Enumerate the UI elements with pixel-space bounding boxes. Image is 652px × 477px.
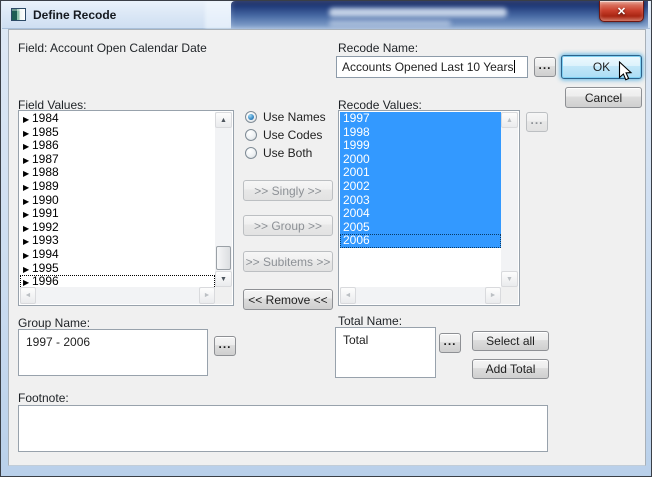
- app-icon: [11, 8, 26, 21]
- radio-label: Use Names: [263, 110, 326, 124]
- close-icon: ✕: [617, 5, 626, 18]
- recode-values-list-item[interactable]: 2006: [340, 234, 501, 248]
- recode-values-list-item[interactable]: 2005: [340, 221, 501, 235]
- scroll-up-icon[interactable]: ▲: [215, 112, 232, 128]
- field-values-list-item[interactable]: ▶1991: [20, 207, 215, 221]
- footnote-input[interactable]: [18, 405, 548, 452]
- scroll-down-icon[interactable]: ▼: [501, 271, 518, 287]
- expand-arrow-icon[interactable]: ▶: [23, 140, 32, 154]
- field-info-label: Field: Account Open Calendar Date: [18, 41, 207, 55]
- scroll-left-icon[interactable]: ◄: [340, 287, 356, 304]
- field-values-list-item[interactable]: ▶1992: [20, 221, 215, 235]
- field-values-list-item[interactable]: ▶1987: [20, 153, 215, 167]
- define-recode-dialog: Define Recode ✕ Field: Account Open Cale…: [0, 0, 652, 477]
- ok-button[interactable]: OK: [561, 55, 642, 79]
- background-window-blurred-subtitle: [329, 20, 451, 27]
- background-window-titlebar: [231, 1, 648, 29]
- expand-arrow-icon[interactable]: ▶: [23, 276, 32, 287]
- cancel-button[interactable]: Cancel: [565, 87, 642, 108]
- recode-values-list-item[interactable]: 2000: [340, 153, 501, 167]
- radio-label: Use Both: [263, 146, 312, 160]
- expand-arrow-icon[interactable]: ▶: [23, 222, 32, 236]
- field-values-list-item[interactable]: ▶1985: [20, 126, 215, 140]
- field-values-list-item[interactable]: ▶1990: [20, 194, 215, 208]
- expand-arrow-icon[interactable]: ▶: [23, 235, 32, 249]
- dialog-body: Field: Account Open Calendar Date Recode…: [8, 29, 646, 466]
- field-values-list-item[interactable]: ▶1984: [20, 112, 215, 126]
- recode-name-input[interactable]: Accounts Opened Last 10 Years: [336, 56, 528, 78]
- recode-values-list-item[interactable]: 2003: [340, 194, 501, 208]
- recode-values-horizontal-scrollbar[interactable]: ◄ ►: [340, 287, 501, 304]
- radio-icon[interactable]: [245, 147, 257, 159]
- scroll-right-icon[interactable]: ►: [199, 287, 215, 304]
- recode-values-list-item[interactable]: 2002: [340, 180, 501, 194]
- recode-name-browse-button[interactable]: ...: [534, 57, 556, 77]
- total-name-input[interactable]: Total: [335, 327, 436, 378]
- field-values-list-item[interactable]: ▶1995: [20, 262, 215, 276]
- total-name-browse-button[interactable]: ...: [439, 333, 461, 353]
- field-values-list-item[interactable]: ▶1996: [20, 275, 215, 287]
- recode-values-list[interactable]: 1997199819992000200120022003200420052006…: [338, 110, 520, 306]
- recode-values-list-item[interactable]: 1997: [340, 112, 501, 126]
- recode-values-vertical-scrollbar[interactable]: ▲ ▼: [501, 112, 518, 287]
- background-window-edge: [205, 1, 232, 29]
- scrollbar-thumb[interactable]: [216, 246, 231, 270]
- background-window-blurred-title: [329, 8, 507, 17]
- recode-values-list-item[interactable]: 1999: [340, 139, 501, 153]
- close-button[interactable]: ✕: [599, 1, 644, 22]
- group-name-browse-button[interactable]: ...: [214, 336, 236, 356]
- scroll-up-icon[interactable]: ▲: [501, 112, 518, 128]
- field-values-list-item[interactable]: ▶1986: [20, 139, 215, 153]
- radio-icon[interactable]: [245, 129, 257, 141]
- expand-arrow-icon[interactable]: ▶: [23, 195, 32, 209]
- field-values-horizontal-scrollbar[interactable]: ◄ ►: [20, 287, 215, 304]
- scrollbar-corner: [501, 287, 518, 304]
- radio-icon[interactable]: [245, 111, 257, 123]
- scroll-right-icon[interactable]: ►: [485, 287, 501, 304]
- title-bar[interactable]: Define Recode ✕: [2, 1, 650, 29]
- recode-name-label: Recode Name:: [338, 41, 418, 55]
- scrollbar-corner: [215, 287, 232, 304]
- field-values-list-item[interactable]: ▶1993: [20, 234, 215, 248]
- use-option-radio[interactable]: Use Codes: [245, 126, 335, 144]
- group-name-label: Group Name:: [18, 316, 90, 330]
- expand-arrow-icon[interactable]: ▶: [23, 208, 32, 222]
- group-name-input[interactable]: 1997 - 2006: [18, 329, 208, 376]
- field-values-vertical-scrollbar[interactable]: ▲ ▼: [215, 112, 232, 287]
- subitems-button[interactable]: >> Subitems >>: [243, 251, 333, 272]
- recode-values-list-item[interactable]: 1998: [340, 126, 501, 140]
- field-values-list[interactable]: ▶1984▶1985▶1986▶1987▶1988▶1989▶1990▶1991…: [18, 110, 234, 306]
- recode-values-list-item[interactable]: 2001: [340, 166, 501, 180]
- total-name-label: Total Name:: [338, 314, 402, 328]
- expand-arrow-icon[interactable]: ▶: [23, 113, 32, 127]
- use-option-radio[interactable]: Use Names: [245, 108, 335, 126]
- recode-values-browse-button[interactable]: ...: [526, 112, 548, 132]
- use-option-radio[interactable]: Use Both: [245, 144, 335, 162]
- field-values-list-item[interactable]: ▶1989: [20, 180, 215, 194]
- radio-label: Use Codes: [263, 128, 322, 142]
- expand-arrow-icon[interactable]: ▶: [23, 263, 32, 277]
- select-all-button[interactable]: Select all: [472, 331, 549, 351]
- window-title: Define Recode: [33, 8, 116, 22]
- add-total-button[interactable]: Add Total: [472, 359, 549, 379]
- expand-arrow-icon[interactable]: ▶: [23, 167, 32, 181]
- field-values-list-item[interactable]: ▶1994: [20, 248, 215, 262]
- expand-arrow-icon[interactable]: ▶: [23, 127, 32, 141]
- group-button[interactable]: >> Group >>: [243, 215, 333, 236]
- scroll-down-icon[interactable]: ▼: [215, 271, 232, 287]
- footnote-label: Footnote:: [18, 391, 69, 405]
- expand-arrow-icon[interactable]: ▶: [23, 181, 32, 195]
- remove-button[interactable]: << Remove <<: [243, 289, 333, 310]
- expand-arrow-icon[interactable]: ▶: [23, 249, 32, 263]
- field-values-list-item[interactable]: ▶1988: [20, 166, 215, 180]
- scroll-left-icon[interactable]: ◄: [20, 287, 36, 304]
- recode-values-list-item[interactable]: 2004: [340, 207, 501, 221]
- text-caret: [514, 60, 515, 73]
- singly-button[interactable]: >> Singly >>: [243, 180, 333, 201]
- expand-arrow-icon[interactable]: ▶: [23, 154, 32, 168]
